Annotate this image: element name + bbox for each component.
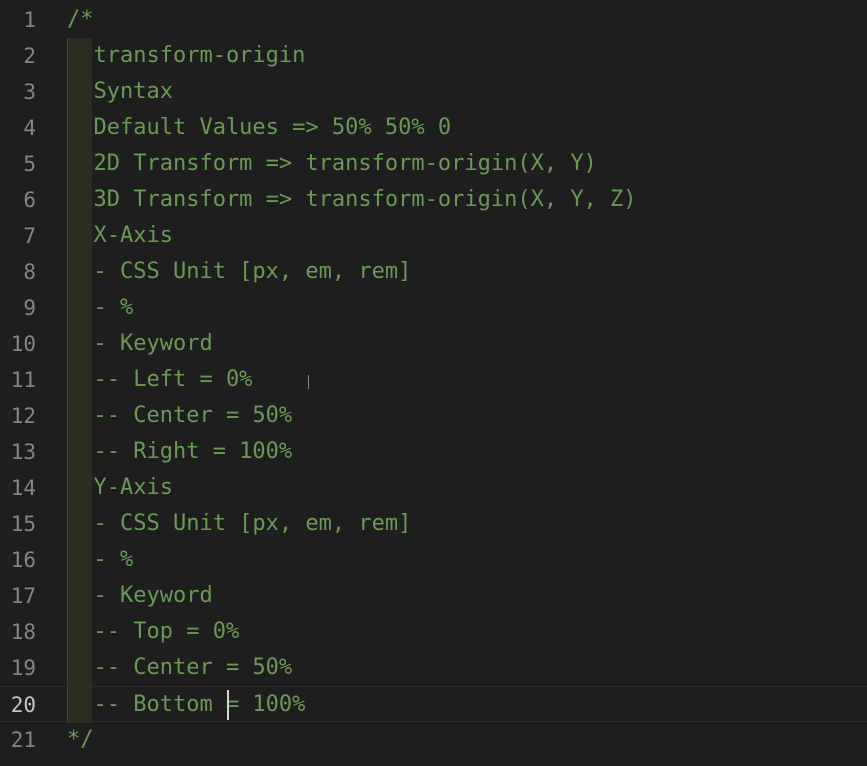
code-line[interactable]: 11 -- Left = 0% (0, 362, 867, 398)
code-line[interactable]: 1 /* (0, 2, 867, 38)
code-text: /* (67, 7, 94, 32)
code-line[interactable]: 8 - CSS Unit [px, em, rem] (0, 254, 867, 290)
line-number: 3 (23, 80, 36, 104)
code-line[interactable]: 13 -- Right = 100% (0, 434, 867, 470)
code-line[interactable]: 15 - CSS Unit [px, em, rem] (0, 506, 867, 542)
code-text: 2D Transform => transform-origin(X, Y) (67, 151, 597, 176)
code-text: -- Center = 50% (67, 403, 293, 428)
text-cursor (227, 690, 229, 720)
line-number: 5 (23, 152, 36, 176)
code-text: - CSS Unit [px, em, rem] (67, 259, 412, 284)
line-number: 10 (10, 332, 36, 356)
line-number: 13 (10, 440, 36, 464)
code-text: Syntax (67, 79, 187, 104)
code-line[interactable]: 17 - Keyword (0, 578, 867, 614)
code-text: - CSS Unit [px, em, rem] (67, 511, 412, 536)
code-line[interactable]: 9 - % (0, 290, 867, 326)
code-text: transform-origin (67, 43, 306, 68)
line-number: 21 (10, 728, 36, 752)
line-number: 4 (23, 116, 36, 140)
code-text: - % (67, 295, 134, 320)
code-editor[interactable]: 1/* 2 transform-origin 3 Syntax 4 Default … (0, 0, 867, 766)
code-text: - Keyword (67, 583, 213, 608)
line-number: 2 (23, 44, 36, 68)
code-line[interactable]: 3 Syntax (0, 74, 867, 110)
line-number: 1 (23, 8, 36, 32)
line-number: 17 (10, 584, 36, 608)
line-number: 16 (10, 548, 36, 572)
mouse-ibeam-cursor (308, 375, 309, 389)
code-line[interactable]: 4 Default Values => 50% 50% 0 (0, 110, 867, 146)
code-text: -- Center = 50% (67, 655, 293, 680)
line-number: 12 (10, 404, 36, 428)
code-line[interactable]: 21 */ (0, 722, 867, 758)
code-line[interactable]: 10 - Keyword (0, 326, 867, 362)
code-text: -- Right = 100% (67, 439, 293, 464)
line-number: 9 (23, 296, 36, 320)
code-text: -- Left = 0% (67, 367, 253, 392)
line-number: 20 (10, 693, 36, 717)
line-number: 7 (23, 224, 36, 248)
code-line[interactable]: 16 - % (0, 542, 867, 578)
code-line[interactable]: 7 X-Axis (0, 218, 867, 254)
line-number: 11 (10, 368, 36, 392)
code-text: - % (67, 547, 134, 572)
line-number: 19 (10, 656, 36, 680)
code-line[interactable]: 18 -- Top = 0% (0, 614, 867, 650)
code-line[interactable]: 14 Y-Axis (0, 470, 867, 506)
line-number: 8 (23, 260, 36, 284)
line-number: 15 (10, 512, 36, 536)
line-number: 6 (23, 188, 36, 212)
code-line[interactable]: 12 -- Center = 50% (0, 398, 867, 434)
code-text: Y-Axis (67, 475, 173, 500)
line-number: 14 (10, 476, 36, 500)
code-text: Default Values => 50% 50% 0 (67, 115, 452, 140)
line-number: 18 (10, 620, 36, 644)
code-line[interactable]: 20 -- Bottom = 100% (0, 686, 867, 723)
code-text: 3D Transform => transform-origin(X, Y, Z… (67, 187, 637, 212)
code-line[interactable]: 19 -- Center = 50% (0, 650, 867, 686)
code-text: -- Bottom = 100% (67, 692, 306, 717)
code-line[interactable]: 5 2D Transform => transform-origin(X, Y) (0, 146, 867, 182)
code-text: - Keyword (67, 331, 213, 356)
code-text: X-Axis (67, 223, 173, 248)
code-text: -- Top = 0% (67, 619, 240, 644)
code-line[interactable]: 6 3D Transform => transform-origin(X, Y,… (0, 182, 867, 218)
code-text: */ (67, 727, 94, 752)
code-line[interactable]: 2 transform-origin (0, 38, 867, 74)
